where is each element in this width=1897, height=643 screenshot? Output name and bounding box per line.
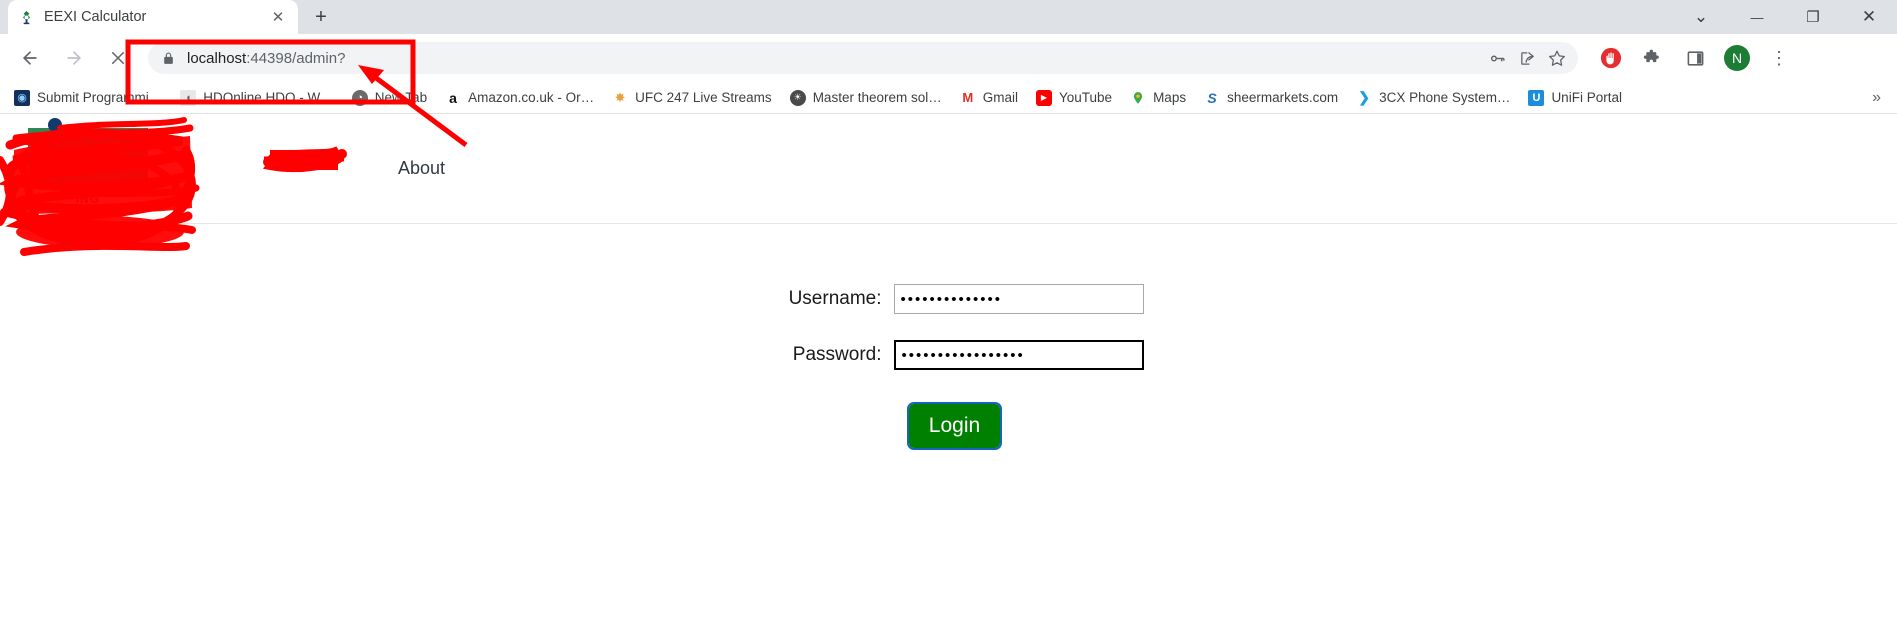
bookmark-item[interactable]: Ssheermarkets.com — [1196, 86, 1346, 110]
amazon-icon: a — [449, 89, 457, 106]
window-controls: ⌄ — ❐ ✕ — [1673, 0, 1897, 34]
bookmark-item[interactable]: a Amazon.co.uk - Or… — [437, 86, 602, 110]
browser-toolbar: localhost:44398/admin? N ⋮ — [0, 34, 1897, 82]
password-row: Password: — [754, 340, 1144, 370]
unifi-icon: U — [1528, 89, 1545, 106]
lock-icon[interactable] — [162, 52, 175, 65]
bookmark-label: Submit Programmi… — [37, 90, 163, 105]
chrome-menu-icon[interactable]: ⋮ — [1763, 42, 1795, 74]
avatar[interactable]: N — [1724, 45, 1750, 71]
password-label: Password: — [792, 344, 882, 365]
bookmark-label: UFC 247 Live Streams — [635, 90, 772, 105]
url-path: :44398/admin? — [246, 49, 346, 67]
username-label: Username: — [788, 288, 882, 309]
bookmark-item[interactable]: ◔ New Tab — [344, 86, 435, 110]
logo-underlay: ING — [4, 122, 172, 211]
bookmark-label: UniFi Portal — [1551, 90, 1622, 105]
bookmark-label: sheermarkets.com — [1227, 90, 1339, 105]
username-row: Username: — [754, 284, 1144, 314]
globe-blue-icon: ◉ — [14, 89, 30, 106]
bookmark-item[interactable]: ☀ Master theorem sol… — [782, 86, 950, 110]
bookmark-item[interactable]: ❯ 3CX Phone System… — [1348, 86, 1518, 110]
address-bar[interactable]: localhost:44398/admin? — [148, 42, 1578, 74]
url-host: localhost — [187, 49, 247, 67]
tab-strip: EEXI Calculator ✕ + ⌄ — ❐ ✕ — [0, 0, 1897, 34]
hdonline-icon: ◖ — [180, 89, 197, 106]
new-tab-button[interactable]: + — [306, 2, 336, 32]
tab-search-icon[interactable]: ⌄ — [1673, 0, 1729, 34]
site-nav: About — [270, 158, 445, 180]
password-key-icon[interactable] — [1482, 43, 1512, 73]
bookmark-item[interactable]: Maps — [1122, 86, 1194, 110]
close-window-icon[interactable]: ✕ — [1841, 0, 1897, 34]
browser-window: EEXI Calculator ✕ + ⌄ — ❐ ✕ localhost:44… — [0, 0, 1897, 643]
gmail-icon: M — [962, 90, 974, 105]
bookmark-item[interactable]: ▶ YouTube — [1028, 86, 1120, 110]
bookmark-label: Amazon.co.uk - Or… — [468, 90, 595, 105]
browser-tab[interactable]: EEXI Calculator ✕ — [8, 0, 298, 34]
close-icon[interactable]: ✕ — [268, 7, 288, 27]
sheermarkets-icon: S — [1207, 89, 1217, 106]
bookmark-label: Master theorem sol… — [812, 90, 942, 105]
logo-wordmark: ING — [75, 191, 101, 206]
maximize-icon[interactable]: ❐ — [1785, 0, 1841, 34]
bookmark-label: New Tab — [374, 90, 428, 105]
3cx-icon: ❯ — [1358, 89, 1370, 106]
bookmark-label: YouTube — [1059, 90, 1113, 105]
star-burst-icon: ✸ — [614, 89, 626, 105]
bookmarks-overflow-icon[interactable]: » — [1862, 89, 1891, 107]
bookmarks-bar: ◉ Submit Programmi… ◖ HDOnline HDO - W… ◔ N… — [0, 82, 1897, 114]
extensions-puzzle-icon[interactable] — [1637, 42, 1669, 74]
username-input[interactable] — [893, 284, 1144, 314]
globe-dark-icon: ☀ — [789, 89, 806, 106]
url-text: localhost:44398/admin? — [187, 50, 345, 67]
side-panel-icon[interactable] — [1679, 42, 1711, 74]
share-icon[interactable] — [1512, 43, 1542, 73]
bookmark-star-icon[interactable] — [1542, 43, 1572, 73]
bookmark-label: Maps — [1153, 90, 1187, 105]
bookmark-label: HDOnline HDO - W… — [203, 90, 334, 105]
bookmark-label: Gmail — [982, 90, 1018, 105]
login-form: Username: Password: Login — [0, 224, 1897, 450]
password-input[interactable] — [893, 340, 1144, 370]
chrome-icon: ◔ — [351, 89, 368, 106]
company-logo-redacted[interactable]: ING — [0, 116, 180, 221]
minimize-icon[interactable]: — — [1729, 0, 1785, 34]
bookmark-item[interactable]: ✸ UFC 247 Live Streams — [604, 86, 780, 110]
eexi-calculator-favicon — [18, 9, 34, 25]
toolbar-extensions: N ⋮ — [1590, 42, 1800, 74]
omnibox-actions — [1482, 43, 1572, 73]
google-maps-icon — [1130, 90, 1146, 106]
logo-mark — [28, 127, 148, 182]
bookmark-label: 3CX Phone System… — [1379, 90, 1511, 105]
forward-icon[interactable] — [57, 41, 91, 75]
nav-item-about[interactable]: About — [398, 158, 445, 179]
stop-loading-icon[interactable] — [101, 41, 135, 75]
adblock-icon[interactable] — [1595, 42, 1627, 74]
bookmark-item[interactable]: ◉ Submit Programmi… — [6, 86, 170, 110]
back-icon[interactable] — [13, 41, 47, 75]
tab-title: EEXI Calculator — [44, 9, 147, 25]
site-header: ING About — [0, 114, 1897, 224]
youtube-icon: ▶ — [1036, 89, 1052, 106]
nav-item-redacted[interactable] — [270, 158, 358, 180]
bookmark-item[interactable]: M Gmail — [952, 86, 1026, 110]
bookmark-item[interactable]: ◖ HDOnline HDO - W… — [172, 86, 342, 110]
page-content: ING About Username: Password: Login — [0, 114, 1897, 611]
logo-dot — [48, 118, 62, 132]
login-button[interactable]: Login — [906, 402, 1003, 450]
bookmark-item[interactable]: U UniFi Portal — [1520, 86, 1630, 110]
